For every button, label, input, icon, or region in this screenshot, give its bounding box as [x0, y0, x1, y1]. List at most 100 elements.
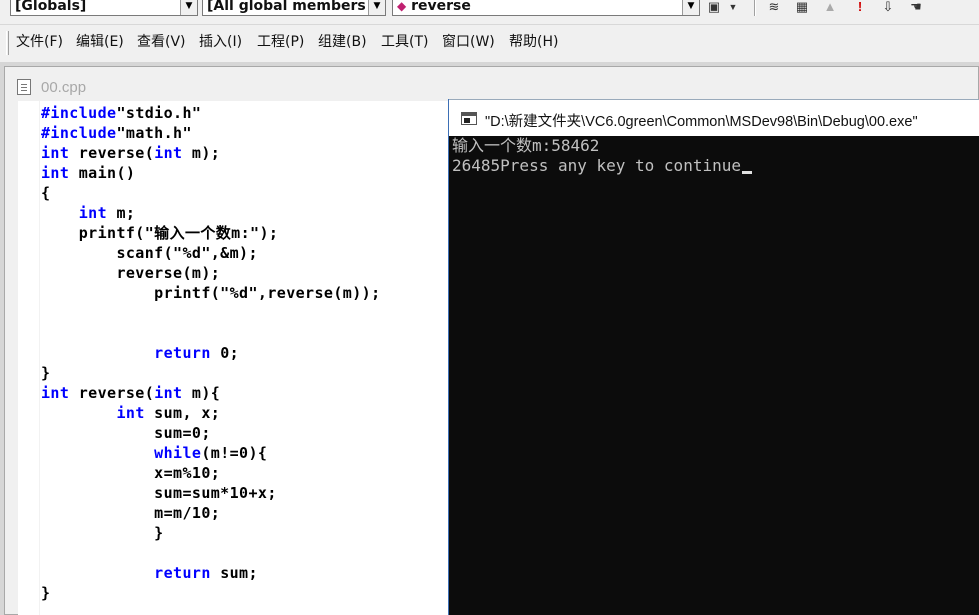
build-icon[interactable]: ▲ [820, 0, 840, 16]
code-line[interactable]: sum=0; [41, 423, 211, 443]
code-keyword: int [154, 144, 183, 162]
code-line[interactable]: x=m%10; [41, 463, 220, 483]
console-window[interactable]: "D:\新建文件夹\VC6.0green\Common\MSDev98\Bin\… [448, 99, 979, 615]
chevron-down-icon[interactable]: ▼ [180, 0, 197, 15]
code-line[interactable]: sum=sum*10+x; [41, 483, 277, 503]
filter-combo-value: [All global members [207, 0, 366, 14]
console-titlebar[interactable]: "D:\新建文件夹\VC6.0green\Common\MSDev98\Bin\… [449, 99, 979, 136]
menu-file[interactable]: 文件(F) [16, 33, 63, 51]
wizard-bar: [Globals] ▼ [All global members ▼ ◆ reve… [0, 0, 979, 20]
console-title: "D:\新建文件夹\VC6.0green\Common\MSDev98\Bin\… [485, 114, 918, 130]
code-text: m=m/10; [41, 504, 221, 522]
chevron-down-icon[interactable]: ▼ [682, 0, 699, 15]
editor-gutter[interactable] [18, 101, 40, 615]
code-text: { [41, 184, 51, 202]
code-keyword: int [78, 204, 108, 222]
code-text: m); [182, 144, 221, 162]
member-combo-value: reverse [411, 0, 471, 14]
document-icon [17, 79, 31, 95]
code-line[interactable]: return 0; [41, 343, 239, 363]
grid-icon[interactable]: ▦ [792, 0, 812, 16]
code-keyword: int [41, 144, 70, 162]
code-keyword: #include [41, 124, 117, 142]
hand-icon[interactable]: ☚ [906, 0, 926, 16]
code-line[interactable]: int reverse(int m); [41, 143, 220, 163]
code-line[interactable]: int m; [41, 203, 135, 223]
code-line[interactable]: int reverse(int m){ [41, 383, 220, 403]
class-combo[interactable]: [Globals] ▼ [10, 0, 198, 16]
code-line[interactable]: } [41, 363, 50, 383]
console-line: 26485Press any key to continue [452, 156, 752, 176]
code-keyword: #include [41, 104, 117, 122]
menu-insert[interactable]: 插入(I) [199, 33, 242, 51]
code-line[interactable]: { [41, 183, 50, 203]
code-text: m; [107, 204, 136, 222]
console-line-text: 输入一个数m:58462 [452, 136, 600, 155]
chevron-down-icon[interactable]: ▼ [368, 0, 385, 15]
code-text: printf("%d",reverse(m)); [41, 284, 381, 302]
code-text: (m!=0){ [201, 444, 268, 462]
code-text: reverse( [69, 144, 155, 162]
menubar-grip[interactable] [6, 31, 9, 55]
document-title: 00.cpp [41, 79, 87, 96]
console-output[interactable]: 输入一个数m:58462 26485Press any key to conti… [449, 136, 979, 615]
code-text: } [41, 524, 164, 542]
menu-tools[interactable]: 工具(T) [381, 33, 428, 51]
code-line[interactable]: #include"math.h" [41, 123, 192, 143]
menu-view[interactable]: 查看(V) [137, 33, 186, 51]
code-text: reverse( [69, 384, 155, 402]
stack-icon[interactable]: ≋ [764, 0, 784, 16]
code-text: sum; [210, 564, 258, 582]
menu-window[interactable]: 窗口(W) [442, 33, 495, 51]
code-text: "stdio.h" [116, 104, 202, 122]
code-keyword: int [41, 164, 70, 182]
code-line[interactable]: reverse(m); [41, 263, 220, 283]
menu-project[interactable]: 工程(P) [257, 33, 304, 51]
console-line-text: 26485Press any key to continue [452, 156, 741, 175]
menu-help[interactable]: 帮助(H) [509, 33, 558, 51]
menu-edit[interactable]: 编辑(E) [76, 33, 124, 51]
member-icon: ◆ [397, 0, 407, 13]
code-text: } [41, 584, 51, 602]
code-keyword: int [154, 384, 183, 402]
code-text: 0; [210, 344, 240, 362]
code-line[interactable]: return sum; [41, 563, 258, 583]
code-text: reverse(m); [41, 264, 221, 282]
code-text: sum=sum*10+x; [41, 484, 277, 502]
code-text: sum=0; [41, 424, 211, 442]
code-line[interactable]: int main() [41, 163, 135, 183]
console-line: 输入一个数m:58462 [452, 136, 599, 156]
code-line[interactable]: } [41, 583, 50, 603]
code-keyword: int [41, 384, 70, 402]
member-combo[interactable]: ◆ reverse ▼ [392, 0, 700, 16]
code-keyword: int [116, 404, 145, 422]
menu-build[interactable]: 组建(B) [318, 33, 367, 51]
code-area[interactable]: #include"stdio.h" #include"math.h" int rev… [41, 101, 461, 615]
document-titlebar[interactable]: 00.cpp [5, 67, 978, 101]
code-text: scanf("%d",&m); [41, 244, 258, 262]
filter-combo[interactable]: [All global members ▼ [202, 0, 386, 16]
toolbar-separator [754, 0, 756, 16]
wizard-action-icon[interactable]: ▣ [704, 0, 724, 16]
code-line[interactable]: m=m/10; [41, 503, 220, 523]
code-line[interactable]: while(m!=0){ [41, 443, 267, 463]
code-text: m){ [182, 384, 221, 402]
step-icon[interactable]: ⇩ [878, 0, 898, 16]
code-line[interactable]: scanf("%d",&m); [41, 243, 258, 263]
code-line[interactable]: #include"stdio.h" [41, 103, 201, 123]
code-line[interactable]: int sum, x; [41, 403, 220, 423]
code-line[interactable]: printf("输入一个数m:"); [41, 223, 278, 243]
code-text: x=m%10; [41, 464, 221, 482]
execute-icon[interactable]: ! [850, 0, 870, 16]
code-line[interactable]: } [41, 523, 164, 543]
code-text: printf("输入一个数m:"); [41, 224, 279, 242]
console-app-icon [461, 112, 477, 125]
chevron-down-icon[interactable]: ▼ [726, 0, 740, 16]
code-line[interactable]: printf("%d",reverse(m)); [41, 283, 381, 303]
menu-bar: 文件(F) 编辑(E) 查看(V) 插入(I) 工程(P) 组建(B) 工具(T… [0, 24, 979, 60]
